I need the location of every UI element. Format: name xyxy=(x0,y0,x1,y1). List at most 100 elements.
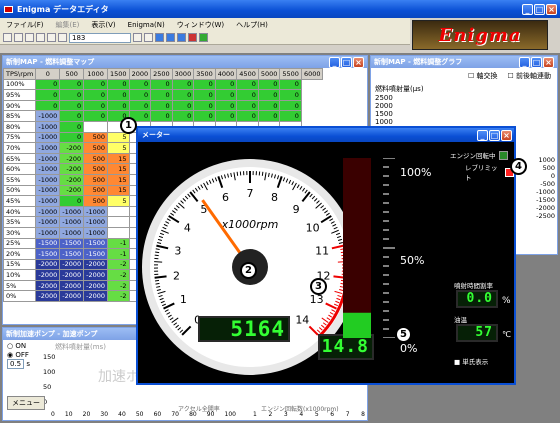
map-cell[interactable]: 0 xyxy=(128,99,152,112)
map-cell[interactable]: 0 xyxy=(236,99,259,112)
gauge-maximize[interactable]: □ xyxy=(489,129,500,141)
minimize-button[interactable]: _ xyxy=(522,3,533,15)
map-cell[interactable]: -1000 xyxy=(35,152,61,165)
menu-window[interactable]: ウィンドウ(W) xyxy=(171,20,230,30)
map-cell[interactable]: 0 xyxy=(59,78,85,91)
graph-icon[interactable] xyxy=(155,33,164,42)
map-cell[interactable]: 5 xyxy=(107,142,130,154)
map-cell[interactable]: -200 xyxy=(59,152,85,165)
map-cell[interactable]: 0 xyxy=(59,120,85,133)
map-cell[interactable]: 0 xyxy=(171,99,195,112)
map-cell[interactable]: 0 xyxy=(236,110,259,122)
map-cell[interactable]: 500 xyxy=(83,131,109,144)
map-cell[interactable]: -2000 xyxy=(35,279,61,292)
map-cell[interactable]: 0 xyxy=(193,89,216,101)
map-cell[interactable]: -1000 xyxy=(35,173,61,186)
map-cell[interactable]: -2000 xyxy=(59,258,85,271)
map-cell[interactable]: 0 xyxy=(171,78,195,91)
gauge-minimize[interactable]: _ xyxy=(477,129,488,141)
map-cell[interactable]: 500 xyxy=(83,142,109,154)
graph-close[interactable]: × xyxy=(543,56,554,68)
minus-icon[interactable] xyxy=(144,33,153,42)
map-cell[interactable]: -1500 xyxy=(59,248,85,260)
map-cell[interactable]: 0 xyxy=(150,78,173,91)
map-cell[interactable]: -1000 xyxy=(83,226,109,239)
menu-view[interactable]: 表示(V) xyxy=(85,20,121,30)
map-cell[interactable]: -200 xyxy=(59,184,85,197)
map-cell[interactable]: -2 xyxy=(107,290,130,303)
map-cell[interactable]: -2000 xyxy=(59,290,85,303)
map-cell[interactable]: -1000 xyxy=(35,163,61,175)
map-cell[interactable]: 0 xyxy=(214,89,238,101)
map-cell[interactable]: 500 xyxy=(83,163,109,175)
map-minimize[interactable]: _ xyxy=(329,56,340,68)
map-cell[interactable]: 0 xyxy=(107,78,130,91)
plus-icon[interactable] xyxy=(133,33,142,42)
menu-enigma[interactable]: Enigma(N) xyxy=(122,21,171,29)
map-cell[interactable]: 0 xyxy=(279,78,302,91)
map-cell[interactable]: -1000 xyxy=(59,216,85,228)
map-cell[interactable]: 0 xyxy=(257,99,281,112)
map-cell[interactable]: -1 xyxy=(107,248,130,260)
single-display-checkbox[interactable]: ■ 単氏表示 xyxy=(454,356,488,366)
map-cell[interactable]: 0 xyxy=(171,110,195,122)
map-cell[interactable]: -1500 xyxy=(83,248,109,260)
map-cell[interactable]: -1000 xyxy=(35,205,61,218)
map-maximize[interactable]: □ xyxy=(341,56,352,68)
map-cell[interactable]: 0 xyxy=(59,131,85,144)
map-cell[interactable]: 0 xyxy=(59,99,85,112)
pump-menu-button[interactable]: メニュー xyxy=(7,396,45,410)
map-cell[interactable]: -1000 xyxy=(35,110,61,122)
map-cell[interactable]: -1000 xyxy=(83,205,109,218)
map-cell[interactable]: 0 xyxy=(59,89,85,101)
map-cell[interactable]: 0 xyxy=(83,89,109,101)
map-cell[interactable]: 0 xyxy=(83,110,109,122)
cut-icon[interactable] xyxy=(47,33,56,42)
map-cell[interactable]: -2 xyxy=(107,269,130,281)
map-cell[interactable]: -2000 xyxy=(83,279,109,292)
map-cell[interactable]: -1000 xyxy=(59,226,85,239)
map-cell[interactable]: 0 xyxy=(257,110,281,122)
map-cell[interactable]: 15 xyxy=(107,173,130,186)
map-cell[interactable]: 0 xyxy=(83,78,109,91)
map-cell[interactable]: -200 xyxy=(59,142,85,154)
map-cell[interactable]: -1000 xyxy=(83,216,109,228)
map-cell[interactable]: -1000 xyxy=(35,216,61,228)
map-cell[interactable]: 0 xyxy=(59,110,85,122)
upload-icon[interactable] xyxy=(188,33,197,42)
menu-help[interactable]: ヘルプ(H) xyxy=(230,20,274,30)
map-cell[interactable]: -1000 xyxy=(35,131,61,144)
value-field[interactable]: 183 xyxy=(69,32,131,43)
map-cell[interactable]: 0 xyxy=(150,89,173,101)
map-cell[interactable]: -200 xyxy=(59,173,85,186)
map-cell[interactable]: 0 xyxy=(35,78,61,91)
download-icon[interactable] xyxy=(199,33,208,42)
map-cell[interactable]: 0 xyxy=(107,99,130,112)
map-cell[interactable]: 0 xyxy=(279,99,302,112)
map-cell[interactable]: 0 xyxy=(257,89,281,101)
map-cell[interactable]: 15 xyxy=(107,184,130,197)
map-cell[interactable]: -2000 xyxy=(83,290,109,303)
map-cell[interactable]: -1000 xyxy=(35,226,61,239)
map-cell[interactable]: -1000 xyxy=(59,205,85,218)
map-cell[interactable]: 500 xyxy=(83,152,109,165)
map-cell[interactable]: -1 xyxy=(107,237,130,250)
map-cell[interactable]: 0 xyxy=(279,110,302,122)
map-cell[interactable]: -2000 xyxy=(59,279,85,292)
map-cell[interactable]: -1500 xyxy=(59,237,85,250)
map-cell[interactable]: 0 xyxy=(35,89,61,101)
map-cell[interactable]: -2 xyxy=(107,258,130,271)
map-cell[interactable]: 15 xyxy=(107,152,130,165)
map-cell[interactable]: 0 xyxy=(214,99,238,112)
open-icon[interactable] xyxy=(14,33,23,42)
map-cell[interactable]: -1000 xyxy=(35,120,61,133)
map-cell[interactable]: 0 xyxy=(171,89,195,101)
map-cell[interactable]: -1500 xyxy=(83,237,109,250)
map-cell[interactable]: -2000 xyxy=(83,269,109,281)
map-cell[interactable]: 500 xyxy=(83,195,109,207)
map-cell[interactable]: 0 xyxy=(107,89,130,101)
map-cell[interactable]: 0 xyxy=(193,78,216,91)
map-cell[interactable]: 0 xyxy=(257,78,281,91)
map-cell[interactable]: 0 xyxy=(150,110,173,122)
print-icon[interactable] xyxy=(36,33,45,42)
